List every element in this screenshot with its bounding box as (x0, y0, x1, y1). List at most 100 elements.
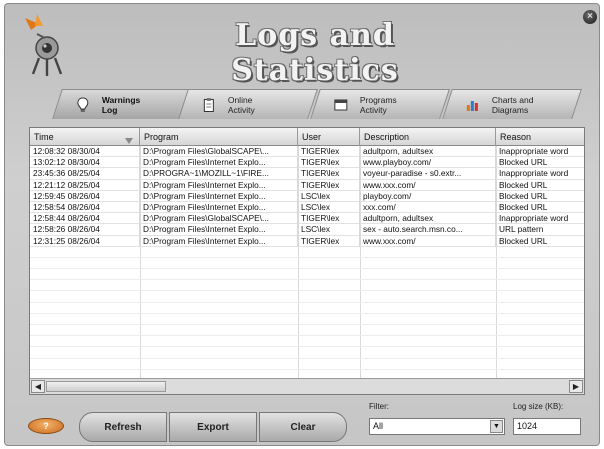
tab-label: Online Activity (227, 94, 255, 115)
column-header-description[interactable]: Description (360, 128, 496, 146)
empty-table-row (30, 291, 584, 303)
tab-label: Warnings Log (101, 94, 141, 115)
lightbulb-icon (76, 96, 90, 113)
table-row[interactable]: 12:31:25 08/26/04 D:\Program Files\Intern… (30, 235, 584, 247)
table-row[interactable]: 12:21:12 08/25/04 D:\Program Files\Intern… (30, 179, 584, 191)
cell-user: LSC\lex (298, 190, 360, 202)
table-row[interactable]: 13:02:12 08/30/04 D:\Program Files\Intern… (30, 157, 584, 169)
cell-program: D:\PROGRA~1\MOZILL~1\FIRE... (140, 168, 298, 180)
cell-program: D:\Program Files\Internet Explo... (140, 157, 298, 169)
tab-label: Programs Activity (359, 94, 397, 115)
app-logo (17, 10, 73, 80)
clear-button[interactable]: Clear (259, 412, 347, 442)
cell-time: 12:59:45 08/26/04 (30, 190, 140, 202)
cell-program: D:\Program Files\Internet Explo... (140, 224, 298, 236)
log-size-label: Log size (KB): (513, 402, 564, 411)
scroll-right-icon[interactable]: ▶ (569, 380, 583, 393)
cell-program: D:\Program Files\GlobalSCAPE\... (140, 213, 298, 225)
empty-table-row (30, 314, 584, 325)
window-title: Logs and Statistics (231, 18, 399, 88)
empty-table-row (30, 247, 584, 258)
column-header-label: Program (144, 132, 179, 142)
cell-time: 13:02:12 08/30/04 (30, 157, 140, 169)
table-row[interactable]: 12:08:32 08/30/04 D:\Program Files\Global… (30, 146, 584, 158)
tab-label: Charts and Diagrams (491, 94, 534, 115)
filter-select[interactable]: All ▼ (369, 418, 505, 435)
cell-description: adultporn, adultsex (360, 146, 496, 158)
tab-online-activity[interactable]: Online Activity (178, 89, 318, 119)
table-row[interactable]: 12:58:54 08/26/04 D:\Program Files\Intern… (30, 201, 584, 214)
cell-program: D:\Program Files\Internet Explo... (140, 190, 298, 202)
empty-table-row (30, 336, 584, 348)
column-header-reason[interactable]: Reason (496, 128, 584, 146)
cell-user: TIGER\lex (298, 179, 360, 191)
horizontal-scrollbar[interactable]: ◀ ▶ (30, 378, 584, 394)
tab-charts-diagrams[interactable]: Charts and Diagrams (442, 89, 582, 119)
cell-program: D:\Program Files\GlobalSCAPE\... (140, 146, 298, 158)
cell-description: www.xxx.com/ (360, 179, 496, 191)
cell-reason: Inappropriate word (499, 213, 569, 224)
close-icon[interactable]: × (583, 10, 597, 24)
log-size-input[interactable]: 1024 (513, 418, 581, 435)
column-header-program[interactable]: Program (140, 128, 298, 146)
cell-time: 12:58:54 08/26/04 (30, 201, 140, 214)
cell-description: www.playboy.com/ (360, 157, 496, 169)
table-row[interactable]: 12:59:45 08/26/04 D:\Program Files\Intern… (30, 190, 584, 202)
column-header-label: Description (364, 132, 410, 142)
cell-description: playboy.com/ (360, 190, 496, 202)
table-header: Time Program User Description Reason (30, 128, 584, 146)
cell-user: TIGER\lex (298, 168, 360, 180)
sort-down-icon (125, 133, 133, 144)
filter-value: All (373, 421, 384, 431)
empty-table-row (30, 269, 584, 281)
empty-table-row (30, 258, 584, 270)
cell-program: D:\Program Files\Internet Explo... (140, 179, 298, 191)
scroll-left-icon[interactable]: ◀ (31, 380, 45, 393)
tab-warnings-log[interactable]: Warnings Log (52, 89, 190, 119)
cell-time: 12:58:26 08/26/04 (30, 224, 140, 236)
cell-reason: URL pattern (499, 224, 544, 235)
logs-window: Logs and Statistics × Warnings Log Onlin… (4, 3, 600, 446)
filter-label: Filter: (369, 402, 389, 411)
warnings-table: Time Program User Description Reason 12:… (29, 127, 585, 395)
cell-time: 12:08:32 08/30/04 (30, 146, 140, 158)
cell-reason: Blocked URL (499, 190, 548, 201)
cell-user: TIGER\lex (298, 213, 360, 225)
cell-description: www.xxx.com/ (360, 235, 496, 247)
cell-reason: Blocked URL (499, 201, 548, 212)
cell-reason: Inappropriate word (499, 168, 569, 179)
table-row[interactable]: 12:58:26 08/26/04 D:\Program Files\Intern… (30, 224, 584, 236)
empty-table-row (30, 359, 584, 370)
cell-time: 23:45:36 08/25/04 (30, 168, 140, 180)
help-button[interactable]: ? (28, 418, 64, 434)
empty-table-row (30, 303, 584, 314)
cell-time: 12:58:44 08/26/04 (30, 213, 140, 225)
table-row[interactable]: 12:58:44 08/26/04 D:\Program Files\Global… (30, 213, 584, 225)
cell-user: LSC\lex (298, 224, 360, 236)
column-header-time[interactable]: Time (30, 128, 140, 146)
title-bar: Logs and Statistics × (5, 4, 601, 88)
bar-chart-icon (466, 97, 480, 113)
cell-program: D:\Program Files\Internet Explo... (140, 201, 298, 214)
table-row[interactable]: 23:45:36 08/25/04 D:\PROGRA~1\MOZILL~1\FI… (30, 168, 584, 180)
column-header-user[interactable]: User (298, 128, 360, 146)
cell-time: 12:21:12 08/25/04 (30, 179, 140, 191)
empty-table-row (30, 347, 584, 359)
cell-user: LSC\lex (298, 201, 360, 214)
cell-reason: Blocked URL (499, 157, 548, 168)
cell-description: xxx.com/ (360, 201, 496, 214)
scroll-thumb[interactable] (46, 381, 166, 392)
clipboard-icon (202, 97, 216, 113)
chevron-down-icon[interactable]: ▼ (490, 420, 503, 433)
column-header-label: User (302, 132, 322, 142)
tab-programs-activity[interactable]: Programs Activity (310, 89, 450, 119)
column-header-label: Time (34, 132, 54, 142)
window-icon (334, 97, 348, 113)
cell-reason: Blocked URL (499, 235, 548, 246)
cell-user: TIGER\lex (298, 146, 360, 158)
empty-table-row (30, 325, 584, 337)
export-button[interactable]: Export (169, 412, 257, 442)
cell-time: 12:31:25 08/26/04 (30, 235, 140, 247)
cell-description: adultporn, adultsex (360, 213, 496, 225)
refresh-button[interactable]: Refresh (79, 412, 167, 442)
